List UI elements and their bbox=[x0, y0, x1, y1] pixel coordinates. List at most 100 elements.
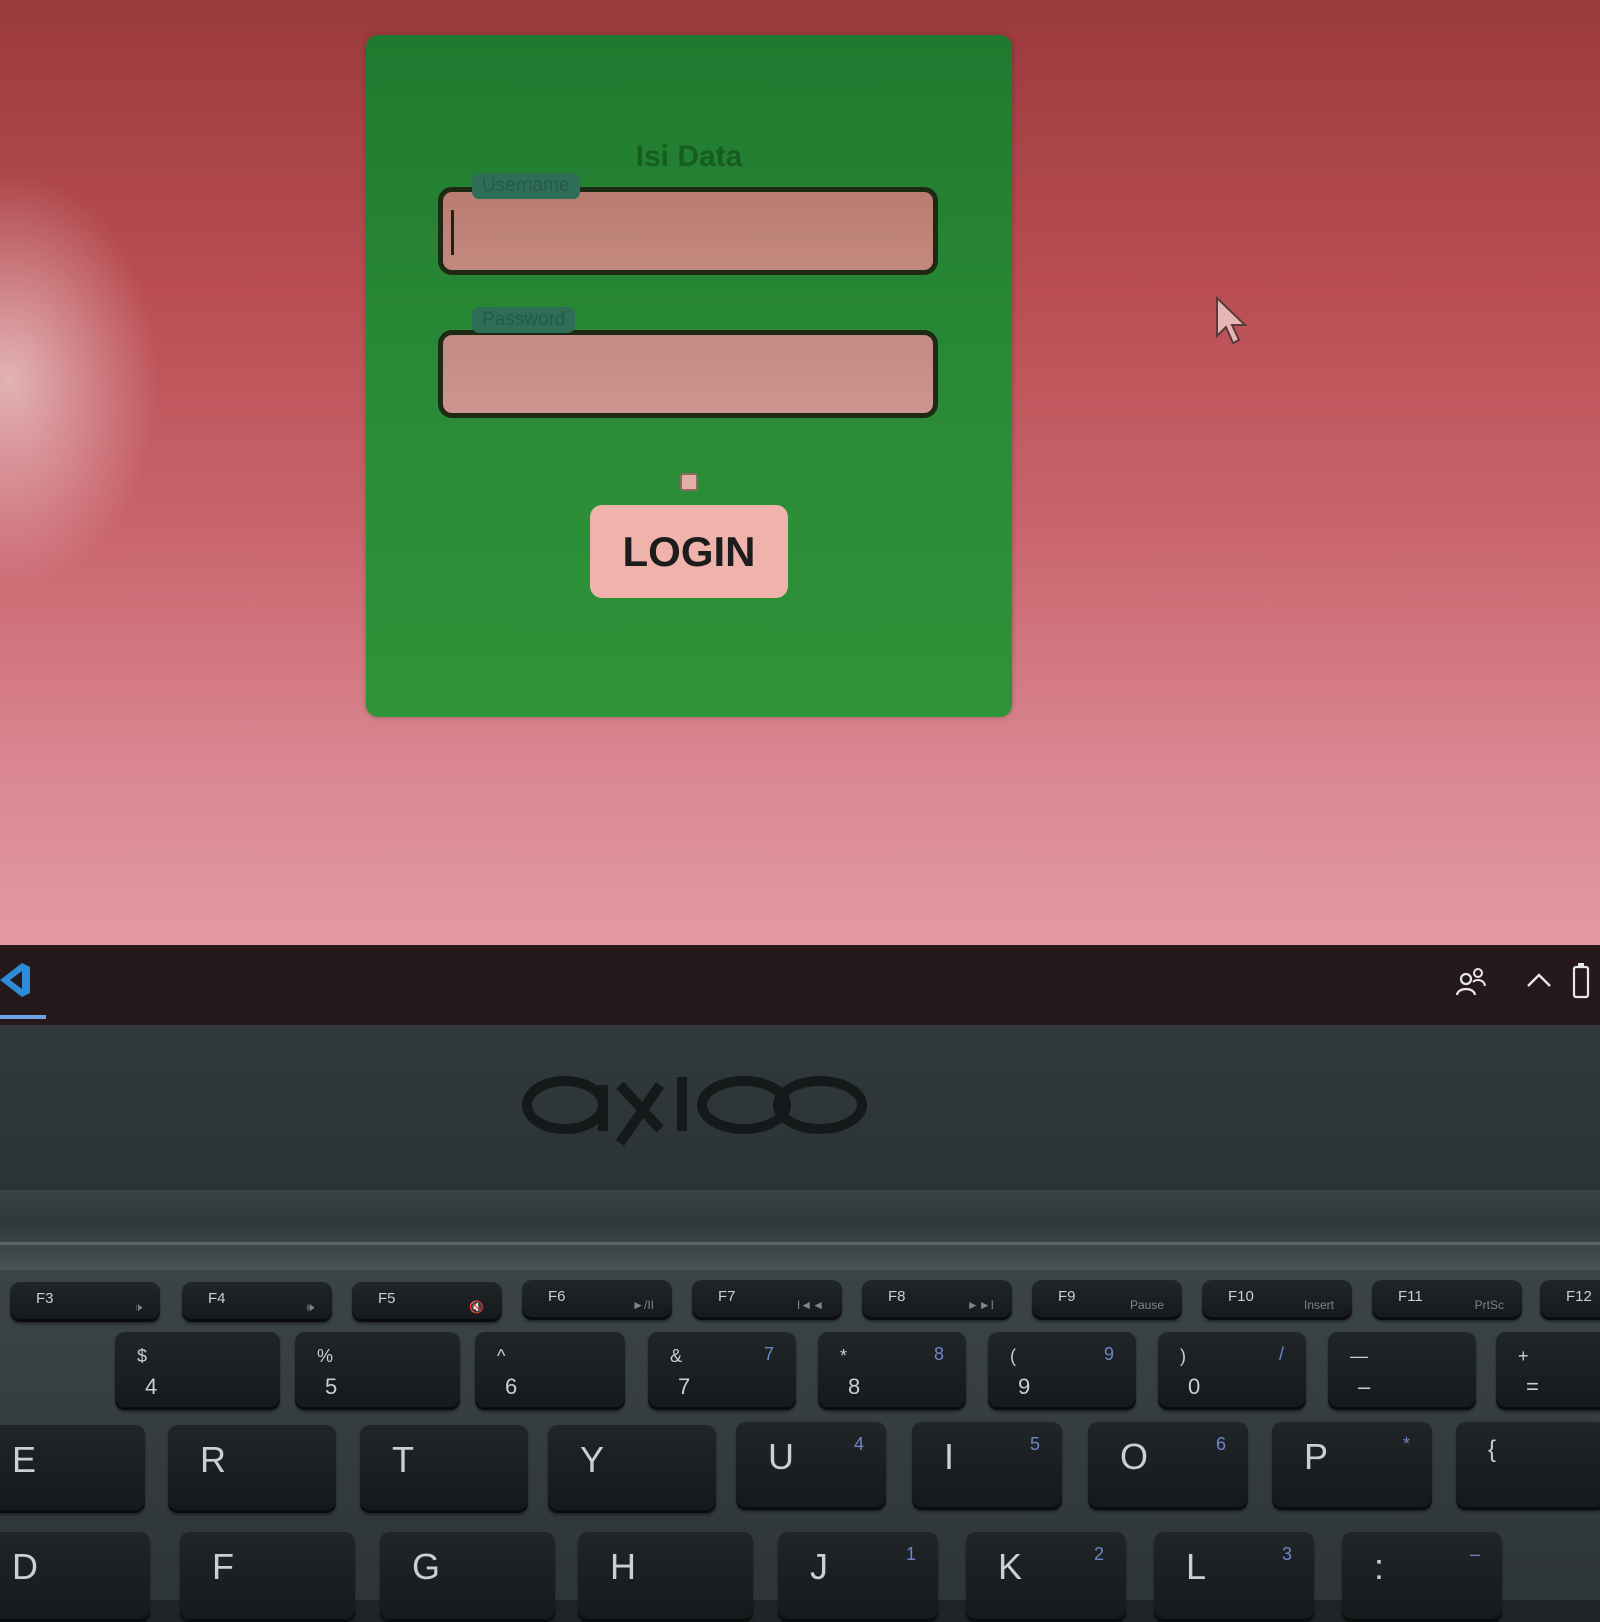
key-label: O bbox=[1120, 1436, 1149, 1477]
key-label: R bbox=[200, 1439, 226, 1480]
key-alt-label: 9 bbox=[1103, 1344, 1114, 1364]
key-f11[interactable]: F11 PrtSc bbox=[1372, 1280, 1522, 1320]
text-caret bbox=[451, 210, 454, 255]
key-label: P bbox=[1304, 1436, 1329, 1477]
key-alt-label: 6 bbox=[1215, 1434, 1226, 1454]
key-h[interactable]: H bbox=[578, 1532, 753, 1622]
key-f3[interactable]: F3 🕩 bbox=[10, 1282, 160, 1322]
key-bracket-left[interactable]: { bbox=[1456, 1422, 1600, 1510]
key-label: F5 bbox=[378, 1290, 396, 1307]
key-5[interactable]: % 5 bbox=[295, 1332, 460, 1410]
key-equals[interactable]: + = bbox=[1496, 1332, 1600, 1410]
password-input[interactable] bbox=[438, 330, 938, 418]
key-f8[interactable]: F8 ►►I bbox=[862, 1280, 1012, 1320]
key-label: – bbox=[1358, 1374, 1371, 1399]
key-f5[interactable]: F5 🔇 bbox=[352, 1282, 502, 1322]
key-8[interactable]: * 8 8 bbox=[818, 1332, 966, 1410]
key-label: F7 bbox=[718, 1288, 736, 1305]
key-4[interactable]: $ 4 bbox=[115, 1332, 280, 1410]
key-sublabel: I◄◄ bbox=[796, 1298, 824, 1312]
key-7[interactable]: & 7 7 bbox=[648, 1332, 796, 1410]
key-label: F3 bbox=[36, 1290, 54, 1307]
key-9[interactable]: ( 9 9 bbox=[988, 1332, 1136, 1410]
key-alt-label: 7 bbox=[763, 1344, 774, 1364]
laptop-hinge bbox=[0, 1190, 1600, 1270]
key-e[interactable]: E bbox=[0, 1425, 145, 1513]
key-f4[interactable]: F4 🕪 bbox=[182, 1282, 332, 1322]
key-shift-label: % bbox=[317, 1346, 334, 1366]
key-shift-label: & bbox=[670, 1346, 683, 1366]
key-k[interactable]: K 2 bbox=[966, 1532, 1126, 1622]
key-p[interactable]: P * bbox=[1272, 1422, 1432, 1510]
key-label: 4 bbox=[145, 1374, 158, 1399]
key-sublabel: PrtSc bbox=[1474, 1298, 1504, 1312]
key-l[interactable]: L 3 bbox=[1154, 1532, 1314, 1622]
key-d[interactable]: D bbox=[0, 1532, 150, 1622]
key-alt-label: – bbox=[1469, 1544, 1480, 1564]
key-alt-label: 4 bbox=[853, 1434, 864, 1454]
key-minus[interactable]: — – bbox=[1328, 1332, 1476, 1410]
key-g[interactable]: G bbox=[380, 1532, 555, 1622]
key-label: = bbox=[1526, 1374, 1539, 1399]
key-label: F10 bbox=[1228, 1288, 1254, 1305]
battery-icon[interactable] bbox=[1570, 961, 1596, 1001]
key-label: F4 bbox=[208, 1290, 226, 1307]
key-alt-label: 3 bbox=[1281, 1544, 1292, 1564]
key-alt-label: 8 bbox=[933, 1344, 944, 1364]
key-6[interactable]: ^ 6 bbox=[475, 1332, 625, 1410]
key-f6[interactable]: F6 ►/II bbox=[522, 1280, 672, 1320]
key-label: D bbox=[12, 1546, 38, 1587]
key-sublabel: Pause bbox=[1129, 1298, 1164, 1312]
key-shift-label: ^ bbox=[497, 1346, 506, 1366]
visual-studio-code-icon[interactable] bbox=[0, 957, 45, 1003]
key-r[interactable]: R bbox=[168, 1425, 336, 1513]
key-shift-label: * bbox=[840, 1346, 848, 1366]
key-t[interactable]: T bbox=[360, 1425, 528, 1513]
key-label: I bbox=[944, 1436, 955, 1477]
key-label: 9 bbox=[1018, 1374, 1031, 1399]
key-alt-label: / bbox=[1278, 1344, 1284, 1364]
key-j[interactable]: J 1 bbox=[778, 1532, 938, 1622]
brand-logo bbox=[522, 1076, 867, 1146]
key-y[interactable]: Y bbox=[548, 1425, 716, 1513]
key-semicolon[interactable]: : – bbox=[1342, 1532, 1502, 1622]
password-label: Password bbox=[472, 307, 576, 333]
key-f12[interactable]: F12 bbox=[1540, 1280, 1600, 1320]
key-sublabel: 🕩 bbox=[134, 1300, 142, 1314]
key-alt-label: 1 bbox=[905, 1544, 916, 1564]
key-u[interactable]: U 4 bbox=[736, 1422, 886, 1510]
key-label: E bbox=[12, 1439, 37, 1480]
form-title: Isi Data bbox=[635, 140, 743, 173]
key-label: 8 bbox=[848, 1374, 861, 1399]
key-label: 7 bbox=[678, 1374, 691, 1399]
key-i[interactable]: I 5 bbox=[912, 1422, 1062, 1510]
key-f7[interactable]: F7 I◄◄ bbox=[692, 1280, 842, 1320]
laptop-bezel bbox=[0, 1025, 1600, 1190]
screen: Isi Data Username Password LOGIN bbox=[0, 0, 1600, 945]
key-shift-label: + bbox=[1518, 1346, 1529, 1366]
key-sublabel: Insert bbox=[1303, 1298, 1334, 1312]
key-label: T bbox=[392, 1439, 414, 1480]
key-label: G bbox=[412, 1546, 441, 1587]
key-shift-label: ( bbox=[1010, 1346, 1016, 1366]
people-icon[interactable] bbox=[1454, 965, 1488, 999]
chevron-up-icon[interactable] bbox=[1525, 967, 1553, 995]
hinge-line bbox=[0, 1242, 1600, 1245]
username-input[interactable] bbox=[438, 187, 938, 275]
key-label: : bbox=[1374, 1546, 1385, 1587]
key-o[interactable]: O 6 bbox=[1088, 1422, 1248, 1510]
key-label: L bbox=[1186, 1546, 1207, 1587]
taskbar bbox=[0, 945, 1600, 1025]
key-0[interactable]: ) 0 / bbox=[1158, 1332, 1306, 1410]
key-alt-label: 2 bbox=[1093, 1544, 1104, 1564]
key-f9[interactable]: F9 Pause bbox=[1032, 1280, 1182, 1320]
key-label: U bbox=[768, 1436, 794, 1477]
key-f10[interactable]: F10 Insert bbox=[1202, 1280, 1352, 1320]
key-label: H bbox=[610, 1546, 636, 1587]
show-password-checkbox[interactable] bbox=[680, 473, 698, 491]
key-f[interactable]: F bbox=[180, 1532, 355, 1622]
login-button[interactable]: LOGIN bbox=[590, 505, 788, 598]
login-card: Isi Data Username Password LOGIN bbox=[366, 35, 1012, 717]
keyboard: F3 🕩 F4 🕪 F5 🔇 F6 ►/II F7 I◄◄ F8 ►►I F9 … bbox=[0, 1270, 1600, 1622]
key-label: F9 bbox=[1058, 1288, 1076, 1305]
